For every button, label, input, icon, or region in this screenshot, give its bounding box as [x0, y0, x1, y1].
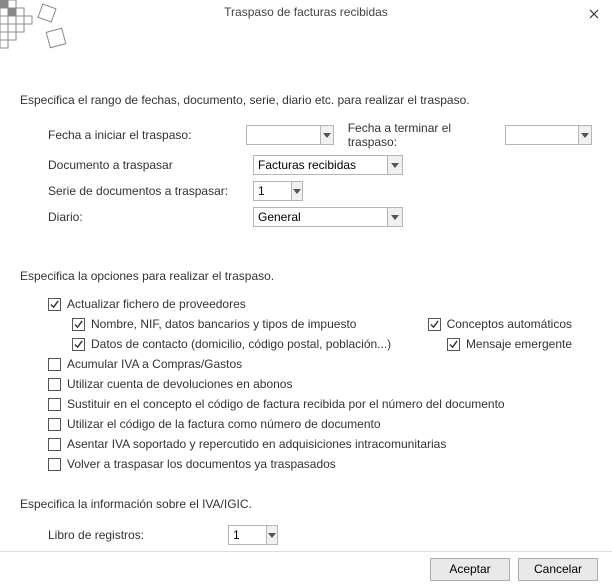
c5-label: Asentar IVA soportado y repercutido en a… [67, 437, 446, 451]
libro-input[interactable] [229, 526, 266, 544]
doc-input[interactable] [254, 156, 387, 174]
c4-label: Utilizar el código de la factura como nú… [67, 417, 381, 431]
c1-label: Acumular IVA a Compras/Gastos [67, 357, 242, 371]
section3-heading: Especifica la información sobre el IVA/I… [20, 497, 592, 511]
end-date-input[interactable] [506, 126, 578, 144]
close-button[interactable] [582, 4, 606, 24]
dialog-footer: Aceptar Cancelar [0, 551, 612, 586]
libro-combo[interactable] [228, 525, 278, 545]
c5-checkbox[interactable] [48, 438, 61, 451]
c4-checkbox[interactable] [48, 418, 61, 431]
sub2-label: Datos de contacto (domicilio, código pos… [91, 337, 391, 351]
diario-label: Diario: [48, 210, 253, 224]
doc-combo[interactable] [253, 155, 403, 175]
diario-combo[interactable] [253, 207, 403, 227]
dialog-window: Traspaso de facturas recibidas Especific… [0, 0, 612, 586]
c2-label: Utilizar cuenta de devoluciones en abono… [67, 377, 292, 391]
c6-label: Volver a traspasar los documentos ya tra… [67, 457, 336, 471]
end-date-combo[interactable] [505, 125, 592, 145]
titlebar: Traspaso de facturas recibidas [0, 0, 612, 23]
section1-heading: Especifica el rango de fechas, documento… [20, 93, 592, 107]
c3-checkbox[interactable] [48, 398, 61, 411]
sub2-checkbox[interactable] [72, 338, 85, 351]
serie-label: Serie de documentos a traspasar: [48, 184, 253, 198]
popup-msg-checkbox[interactable] [447, 338, 460, 351]
chevron-down-icon[interactable] [291, 182, 302, 200]
end-date-label: Fecha a terminar el traspaso: [348, 121, 499, 149]
accept-button[interactable]: Aceptar [430, 558, 510, 581]
update-providers-checkbox[interactable] [48, 298, 61, 311]
dialog-content: Especifica el rango de fechas, documento… [0, 23, 612, 551]
start-date-label: Fecha a iniciar el traspaso: [48, 128, 246, 142]
update-providers-label: Actualizar fichero de proveedores [67, 297, 246, 311]
auto-concepts-label: Conceptos automáticos [447, 317, 572, 331]
chevron-down-icon[interactable] [266, 526, 277, 544]
auto-concepts-checkbox[interactable] [428, 318, 441, 331]
c2-checkbox[interactable] [48, 378, 61, 391]
chevron-down-icon[interactable] [387, 208, 402, 226]
sub1-label: Nombre, NIF, datos bancarios y tipos de … [91, 317, 356, 331]
c1-checkbox[interactable] [48, 358, 61, 371]
diario-input[interactable] [254, 208, 387, 226]
section2-heading: Especifica la opciones para realizar el … [20, 269, 592, 283]
popup-msg-label: Mensaje emergente [466, 337, 572, 351]
chevron-down-icon[interactable] [320, 126, 333, 144]
c6-checkbox[interactable] [48, 458, 61, 471]
chevron-down-icon[interactable] [578, 126, 591, 144]
serie-input[interactable] [254, 182, 291, 200]
cancel-button[interactable]: Cancelar [518, 558, 598, 581]
serie-combo[interactable] [253, 181, 303, 201]
start-date-input[interactable] [247, 126, 319, 144]
start-date-combo[interactable] [246, 125, 333, 145]
close-icon [589, 9, 599, 19]
sub1-checkbox[interactable] [72, 318, 85, 331]
chevron-down-icon[interactable] [387, 156, 402, 174]
c3-label: Sustituir en el concepto el código de fa… [67, 397, 505, 411]
libro-label: Libro de registros: [48, 528, 228, 542]
dialog-title: Traspaso de facturas recibidas [224, 5, 388, 19]
doc-label: Documento a traspasar [48, 158, 253, 172]
